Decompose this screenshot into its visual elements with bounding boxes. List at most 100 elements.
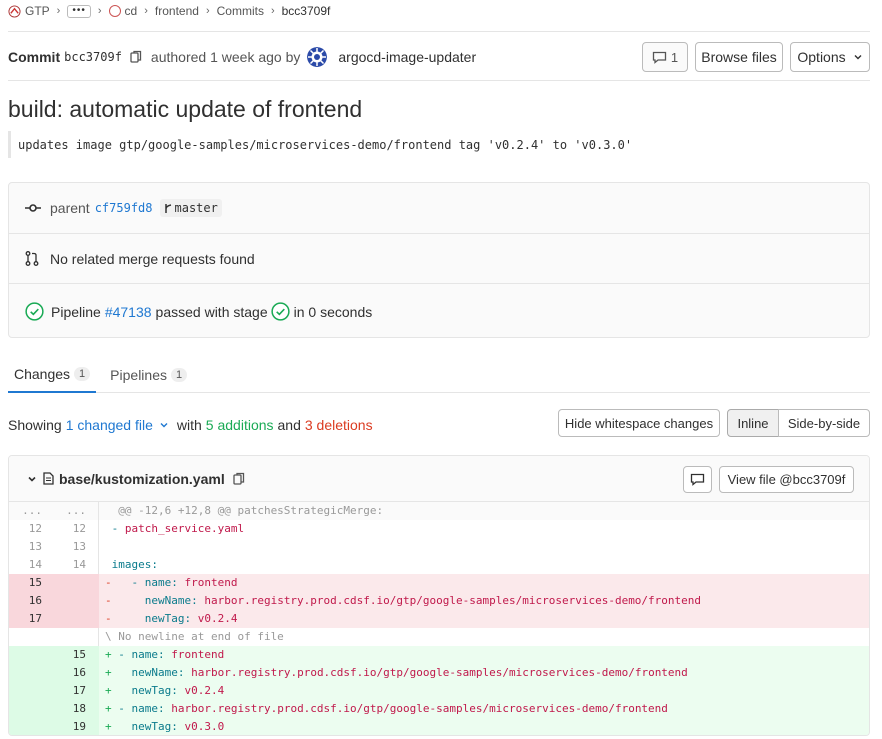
diff-line-content: + - name: harbor.registry.prod.cdsf.io/g…: [99, 700, 869, 718]
diff-value: v0.2.4: [184, 684, 225, 697]
new-line-number[interactable]: 18: [54, 700, 99, 718]
branch-icon: [164, 203, 171, 213]
new-line-number[interactable]: [54, 628, 99, 646]
diff-value: v0.2.4: [197, 612, 238, 625]
diff-line: 16 + newName: harbor.registry.prod.cdsf.i…: [9, 664, 869, 682]
old-line-number[interactable]: 16: [9, 592, 54, 610]
diff-line: 12 12 - patch_service.yaml: [9, 520, 869, 538]
group-logo-icon: [8, 4, 21, 18]
pipeline-link[interactable]: #47138: [105, 304, 152, 320]
add-comment-button[interactable]: [683, 466, 712, 493]
merge-requests-text: No related merge requests found: [50, 250, 255, 267]
old-line-number[interactable]: [9, 646, 54, 664]
breadcrumb-expand-button[interactable]: •••: [67, 4, 91, 18]
old-line-number[interactable]: [9, 628, 54, 646]
new-line-number[interactable]: 19: [54, 718, 99, 735]
inline-view-button[interactable]: Inline: [727, 409, 779, 437]
breadcrumb-owner-label: cd: [124, 4, 138, 18]
diff-line: \ No newline at end of file: [9, 628, 869, 646]
view-file-button[interactable]: View file @bcc3709f: [719, 466, 854, 493]
diff-line: ...... @@ -12,6 +12,8 @@ patchesStrategi…: [9, 502, 869, 520]
breadcrumb-project[interactable]: frontend: [155, 4, 199, 18]
diff-value: harbor.registry.prod.cdsf.io/gtp/google-…: [204, 594, 702, 607]
diff-sign: +: [105, 702, 112, 715]
owner-avatar: [108, 5, 121, 17]
copy-icon[interactable]: [233, 472, 245, 486]
diff-line-content: - patch_service.yaml: [99, 520, 869, 538]
hide-whitespace-button[interactable]: Hide whitespace changes: [558, 409, 720, 437]
new-line-number[interactable]: [54, 574, 99, 592]
diff-value: frontend: [184, 576, 238, 589]
stage-status-success-icon[interactable]: [271, 302, 290, 321]
parent-sha-link[interactable]: cf759fd8: [95, 201, 153, 215]
diff-value: patch_service.yaml: [124, 522, 245, 535]
new-line-number[interactable]: 14: [54, 556, 99, 574]
old-line-number[interactable]: 17: [9, 610, 54, 628]
diff-line-content: + - name: frontend: [99, 646, 869, 664]
pipeline-prefix: Pipeline: [51, 303, 101, 320]
diff-line-content: [99, 538, 869, 556]
diff-line: 18 + - name: harbor.registry.prod.cdsf.io…: [9, 700, 869, 718]
tab-pipelines[interactable]: Pipelines 1: [104, 357, 193, 393]
breadcrumb-group[interactable]: GTP: [8, 4, 50, 18]
diff-line-content: + newTag: v0.2.4: [99, 682, 869, 700]
copy-icon[interactable]: [130, 50, 142, 64]
browse-files-button[interactable]: Browse files: [695, 42, 783, 72]
new-line-number[interactable]: ...: [54, 502, 99, 520]
diff-value: harbor.registry.prod.cdsf.io/gtp/google-…: [171, 702, 668, 715]
file-path[interactable]: base/kustomization.yaml: [59, 471, 225, 487]
old-line-number[interactable]: ...: [9, 502, 54, 520]
diff-file-header: base/kustomization.yaml View file @bcc37…: [9, 456, 869, 502]
diff-line: 17 - newTag: v0.2.4: [9, 610, 869, 628]
diff-line: 14 14 images:: [9, 556, 869, 574]
old-line-number[interactable]: [9, 664, 54, 682]
diff-line-content: images:: [99, 556, 869, 574]
new-line-number[interactable]: [54, 610, 99, 628]
merge-requests-row: No related merge requests found: [9, 234, 869, 284]
no-newline-notice: \ No newline at end of file: [105, 630, 284, 643]
commit-tabs: Changes 1 Pipelines 1: [8, 357, 870, 393]
new-line-number[interactable]: 17: [54, 682, 99, 700]
diff-lines: ...... @@ -12,6 +12,8 @@ patchesStrategi…: [9, 502, 869, 735]
commit-header: Commit bcc3709f authored 1 week ago by a…: [8, 42, 870, 72]
old-line-number[interactable]: 13: [9, 538, 54, 556]
old-line-number[interactable]: [9, 682, 54, 700]
old-line-number[interactable]: 12: [9, 520, 54, 538]
tab-pipelines-count: 1: [171, 368, 188, 382]
deletions-count: 3 deletions: [304, 417, 373, 433]
old-line-number[interactable]: [9, 718, 54, 735]
new-line-number[interactable]: 12: [54, 520, 99, 538]
author-avatar[interactable]: [307, 47, 328, 67]
old-line-number[interactable]: 15: [9, 574, 54, 592]
diff-key: newTag:: [118, 684, 185, 697]
changed-files-dropdown[interactable]: 1 changed file: [66, 417, 169, 433]
chevron-down-icon: [160, 423, 168, 428]
new-line-number[interactable]: 16: [54, 664, 99, 682]
branch-badge[interactable]: master: [159, 199, 222, 217]
author-name[interactable]: argocd-image-updater: [338, 49, 476, 65]
diff-key: images:: [111, 558, 158, 571]
new-line-number[interactable]: [54, 592, 99, 610]
breadcrumb-commits[interactable]: Commits: [217, 4, 264, 18]
chevron-right-icon: ›: [205, 5, 210, 17]
options-dropdown[interactable]: Options: [790, 42, 870, 72]
chevron-down-icon[interactable]: [27, 474, 37, 484]
breadcrumb-current[interactable]: bcc3709f: [282, 4, 331, 18]
tab-changes[interactable]: Changes 1: [8, 357, 97, 393]
view-file-label: View file @bcc3709f: [727, 472, 846, 487]
old-line-number[interactable]: [9, 700, 54, 718]
divider: [8, 80, 870, 81]
new-line-number[interactable]: 13: [54, 538, 99, 556]
comments-button[interactable]: 1: [642, 42, 688, 72]
showing-label: Showing: [8, 417, 62, 433]
side-by-side-view-button[interactable]: Side-by-side: [778, 409, 870, 437]
breadcrumb-owner[interactable]: cd: [108, 4, 138, 18]
diff-line: 15 + - name: frontend: [9, 646, 869, 664]
pipeline-status-success-icon[interactable]: [25, 302, 44, 321]
diff-line-content: \ No newline at end of file: [99, 628, 869, 646]
old-line-number[interactable]: 14: [9, 556, 54, 574]
hunk-header: @@ -12,6 +12,8 @@ patchesStrategicMerge:: [105, 504, 384, 517]
new-line-number[interactable]: 15: [54, 646, 99, 664]
changed-files-label: 1 changed file: [65, 417, 153, 433]
diff-line: 13 13: [9, 538, 869, 556]
